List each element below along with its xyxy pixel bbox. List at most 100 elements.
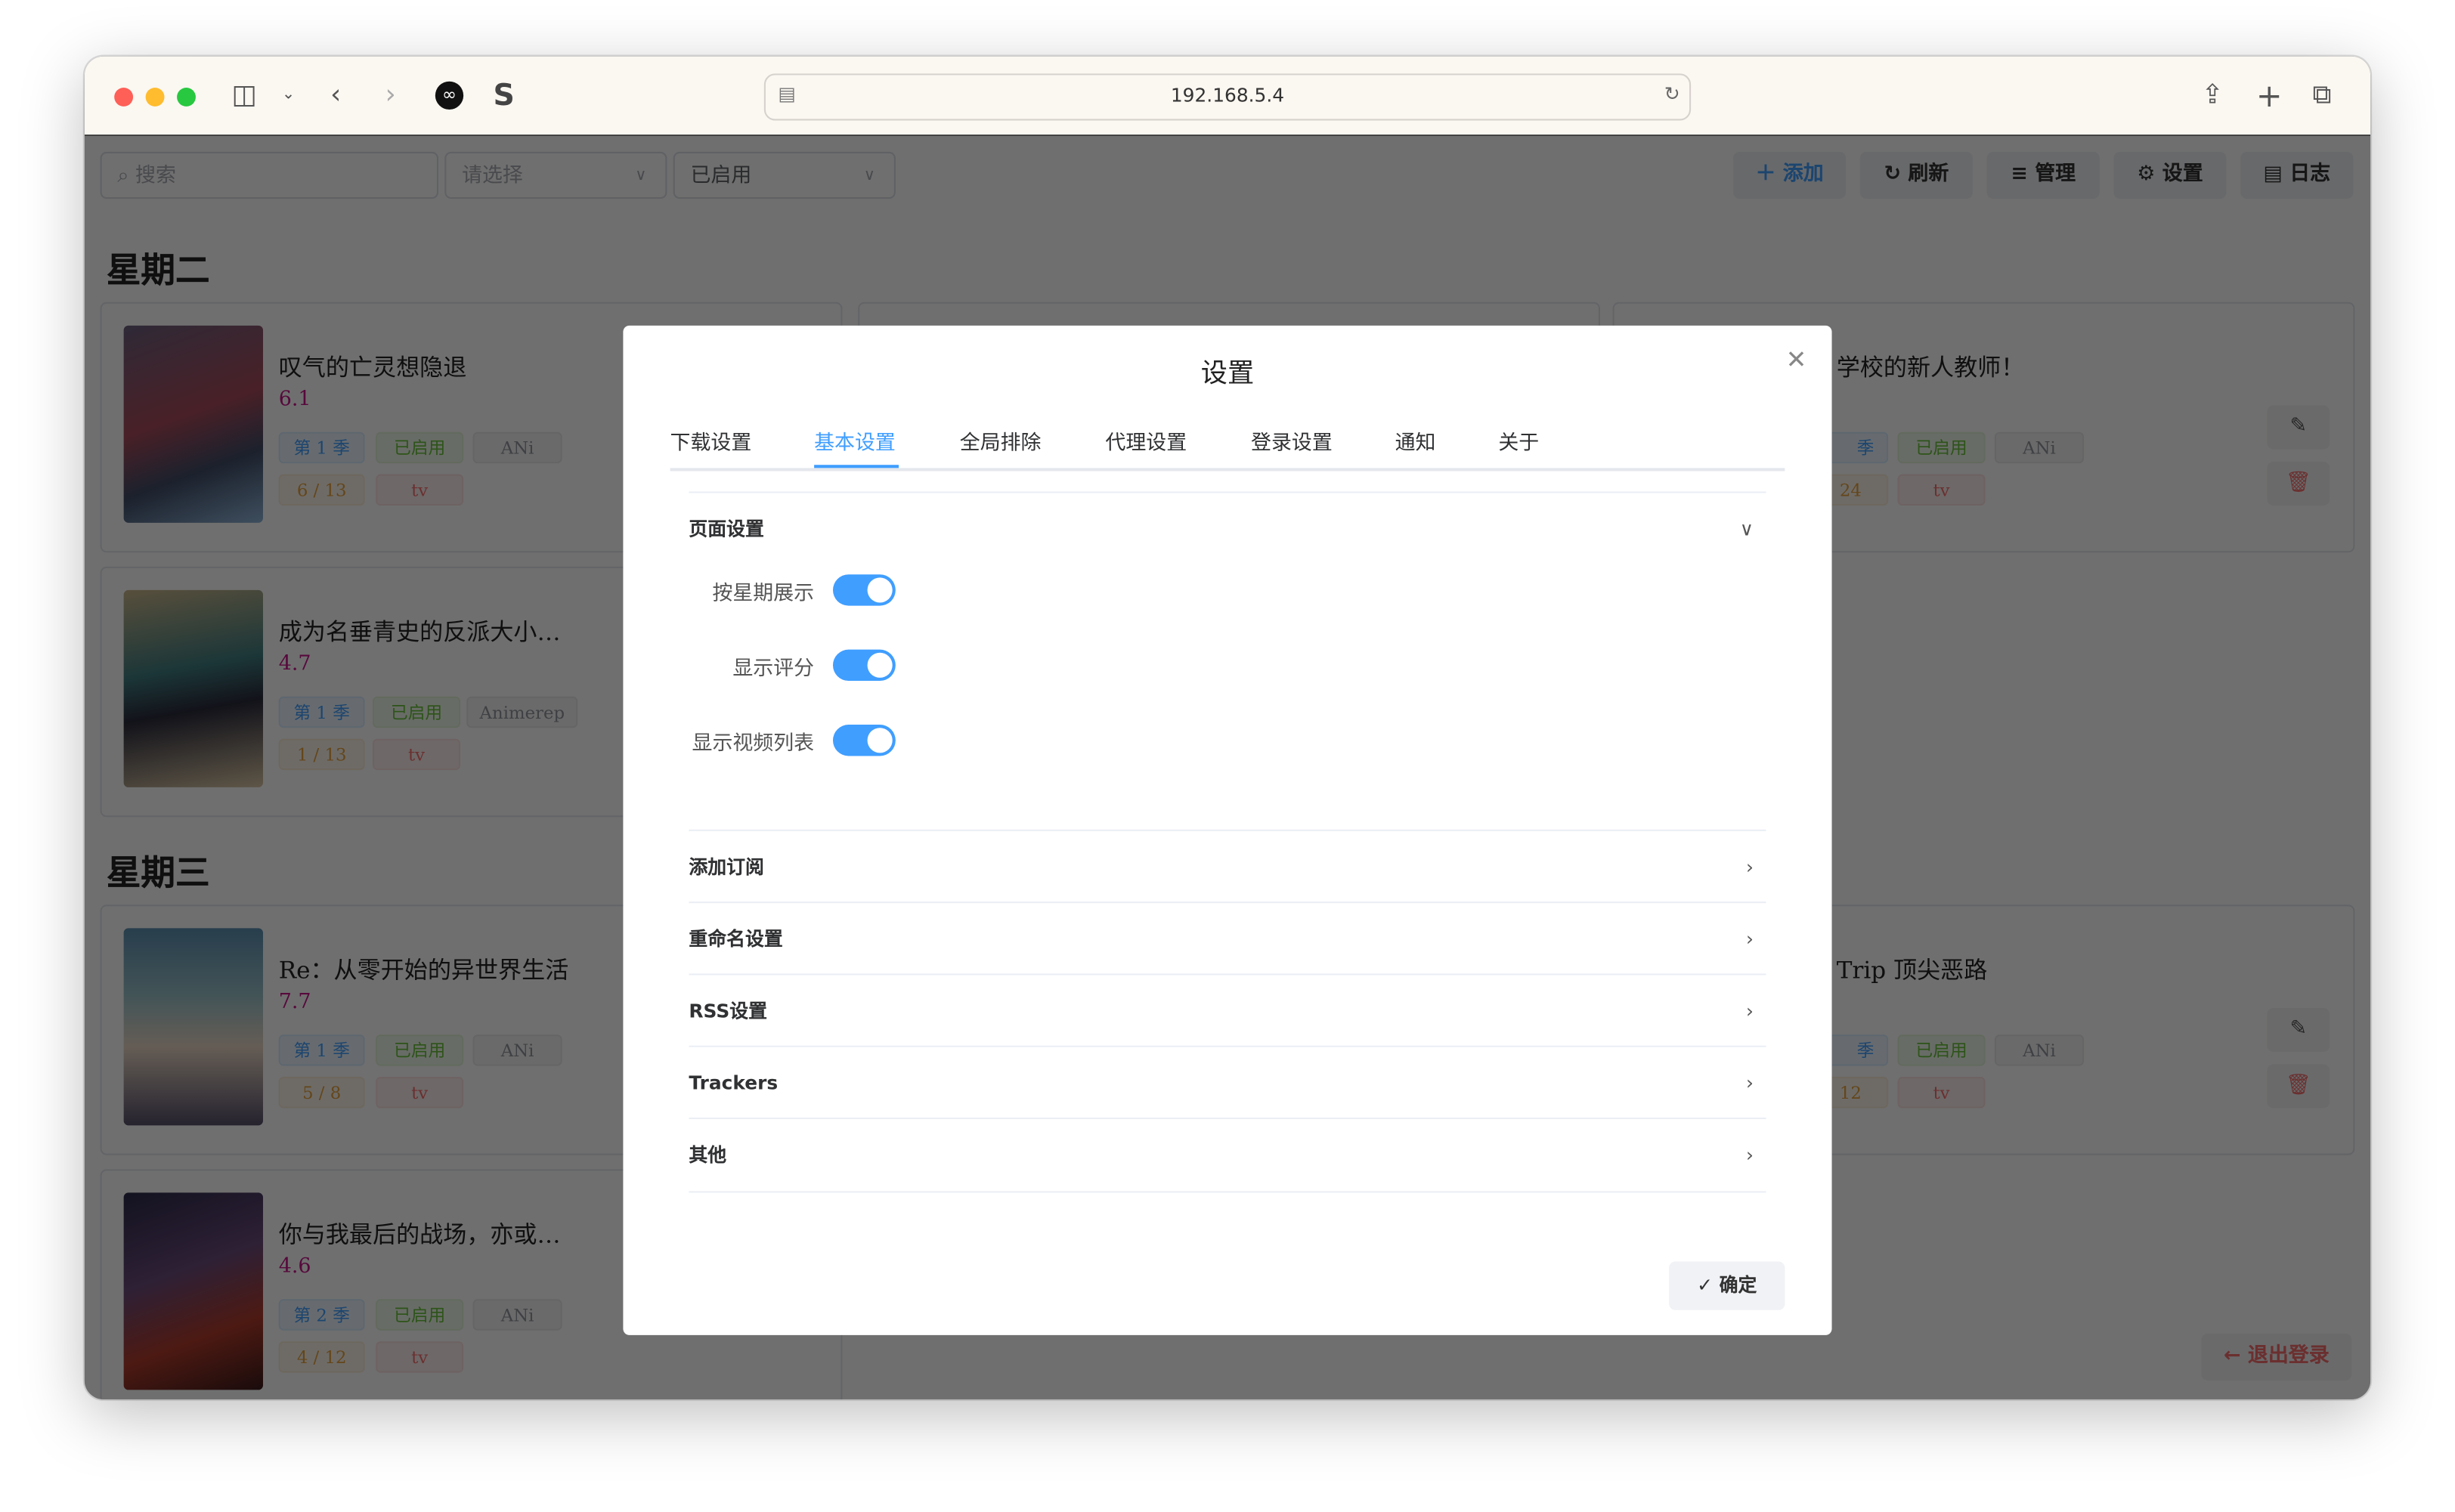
delete-button[interactable]: 🗑 — [2267, 462, 2330, 506]
edit-icon: ✎ — [2289, 1017, 2308, 1041]
type-tag: tv — [372, 738, 460, 771]
progress-tag: 6 / 13 — [278, 474, 365, 506]
settings-tabs: 下载设置 基本设置 全局排除 代理设置 登录设置 通知 关于 — [670, 422, 1785, 472]
share-icon[interactable]: ⇪ — [2201, 79, 2224, 113]
back-icon[interactable]: ‹ — [330, 79, 341, 113]
edit-icon: ✎ — [2289, 414, 2308, 438]
sidebar-icon[interactable]: ◫ — [232, 79, 257, 113]
status-tag: 已启用 — [1897, 431, 1986, 464]
show-score-toggle[interactable] — [832, 649, 896, 682]
group-tag: ANi — [472, 431, 562, 464]
chevron-down-icon: ∨ — [1739, 518, 1754, 540]
progress-tag: 5 / 8 — [278, 1077, 365, 1108]
search-icon: ⌕ — [117, 164, 136, 188]
tab-notify[interactable]: 通知 — [1395, 425, 1436, 456]
manage-button[interactable]: ≡ 管理 — [1986, 151, 2100, 199]
trash-icon: 🗑 — [2285, 1073, 2311, 1098]
settings-button[interactable]: ⚙ 设置 — [2113, 151, 2227, 199]
tab-download[interactable]: 下载设置 — [670, 425, 752, 456]
minimize-window-button[interactable] — [145, 87, 165, 107]
chevron-right-icon: › — [1745, 856, 1754, 879]
type-tag: tv — [1897, 1077, 1986, 1108]
chevron-down-icon[interactable]: ⌄ — [282, 79, 295, 113]
poster-image — [123, 928, 263, 1126]
type-tag: tv — [376, 1341, 464, 1373]
address-bar[interactable]: ▤ 192.168.5.4 ↻ — [763, 73, 1692, 121]
progress-tag: 1 / 13 — [278, 738, 365, 771]
status-tag: 已启用 — [376, 431, 464, 464]
confirm-button[interactable]: ✓ 确定 — [1669, 1261, 1785, 1310]
tab-basic[interactable]: 基本设置 — [814, 425, 896, 456]
group-tag: ANi — [472, 1034, 562, 1066]
close-icon[interactable]: ✕ — [1786, 345, 1807, 374]
refresh-button[interactable]: ↻ 刷新 — [1859, 151, 1973, 199]
poster-image — [123, 1192, 263, 1390]
status-tag: 已启用 — [376, 1034, 464, 1066]
weekday-toggle[interactable] — [832, 574, 896, 606]
section-add-subscription[interactable]: 添加订阅 › — [689, 829, 1766, 903]
zoom-window-button[interactable] — [177, 87, 196, 107]
new-tab-icon[interactable]: + — [2256, 79, 2283, 113]
anime-title: 你与我最后的战场，亦或… — [278, 1220, 561, 1249]
group-tag: Animerep — [466, 696, 578, 728]
anime-score: 7.7 — [278, 991, 311, 1015]
trash-icon: 🗑 — [2285, 471, 2311, 495]
section-rename[interactable]: 重命名设置 › — [689, 901, 1766, 975]
tab-proxy[interactable]: 代理设置 — [1105, 425, 1187, 456]
type-tag: tv — [376, 474, 464, 506]
status-select[interactable]: 已启用 ∨ — [673, 151, 896, 199]
tab-login[interactable]: 登录设置 — [1251, 425, 1333, 456]
video-list-toggle[interactable] — [832, 725, 896, 756]
status-tag: 已启用 — [1897, 1034, 1986, 1066]
select-placeholder: 请选择 — [462, 164, 523, 188]
delete-button[interactable]: 🗑 — [2267, 1064, 2330, 1108]
status-tag: 已启用 — [376, 1299, 464, 1331]
extension-s-icon[interactable]: S — [493, 79, 514, 113]
season-tag: 第 1 季 — [278, 1034, 365, 1066]
day-heading: 星期三 — [106, 852, 210, 894]
type-tag: tv — [1897, 474, 1986, 506]
season-tag: 第 2 季 — [278, 1299, 365, 1331]
anime-title: Re：从零开始的异世界生活 — [278, 956, 569, 985]
anime-title: 叹气的亡灵想隐退 — [278, 354, 467, 382]
section-rss[interactable]: RSS设置 › — [689, 973, 1766, 1047]
progress-tag: 4 / 12 — [278, 1341, 365, 1373]
settings-dialog: 设置 ✕ 下载设置 基本设置 全局排除 代理设置 登录设置 通知 关于 页面设置… — [623, 325, 1832, 1335]
section-other[interactable]: 其他 › — [689, 1117, 1766, 1193]
tab-about[interactable]: 关于 — [1498, 425, 1539, 456]
edit-button[interactable]: ✎ — [2267, 1007, 2330, 1052]
day-heading: 星期二 — [106, 250, 210, 292]
add-button[interactable]: ＋ 添加 — [1733, 151, 1847, 199]
status-select-value: 已启用 — [690, 164, 752, 188]
poster-image — [123, 325, 263, 523]
edit-button[interactable]: ✎ — [2267, 405, 2330, 450]
url-text: 192.168.5.4 — [1170, 84, 1285, 107]
category-select[interactable]: 请选择 ∨ — [444, 151, 667, 199]
group-tag: ANi — [472, 1299, 562, 1331]
chevron-right-icon: › — [1745, 1144, 1754, 1167]
dialog-title: 设置 — [1200, 358, 1255, 390]
poster-image — [123, 589, 263, 787]
extension-infinity-icon[interactable]: ∞ — [435, 81, 464, 110]
section-page-settings[interactable]: 页面设置 ∨ — [689, 491, 1766, 564]
anime-title: Trip 顶尖恶路 — [1836, 956, 1988, 985]
search-placeholder: 搜索 — [135, 164, 176, 188]
log-button[interactable]: ▤ 日志 — [2240, 151, 2354, 199]
logout-button[interactable]: ← 退出登录 — [2201, 1333, 2352, 1381]
status-tag: 已启用 — [372, 696, 460, 728]
tab-overview-icon[interactable]: ⧉ — [2312, 79, 2331, 113]
section-trackers[interactable]: Trackers › — [689, 1045, 1766, 1119]
browser-toolbar: ◫ ⌄ ‹ › ∞ S ▤ 192.168.5.4 ↻ ⇪ + ⧉ — [84, 56, 2371, 137]
close-window-button[interactable] — [114, 87, 134, 107]
anime-title: 学校的新人教师！ — [1836, 354, 2025, 382]
season-tag: 第 1 季 — [278, 431, 365, 464]
tab-global-exclude[interactable]: 全局排除 — [960, 425, 1042, 456]
forward-icon[interactable]: › — [385, 79, 396, 113]
reload-icon[interactable]: ↻ — [1664, 83, 1680, 105]
search-input[interactable]: ⌕ 搜索 — [100, 151, 438, 199]
browser-window: ◫ ⌄ ‹ › ∞ S ▤ 192.168.5.4 ↻ ⇪ + ⧉ ⌕ 搜索 请… — [84, 56, 2371, 1399]
chevron-down-icon: ∨ — [863, 167, 875, 185]
chevron-right-icon: › — [1745, 928, 1754, 951]
season-tag: 第 1 季 — [278, 696, 365, 728]
check-icon: ✓ — [1697, 1274, 1720, 1297]
